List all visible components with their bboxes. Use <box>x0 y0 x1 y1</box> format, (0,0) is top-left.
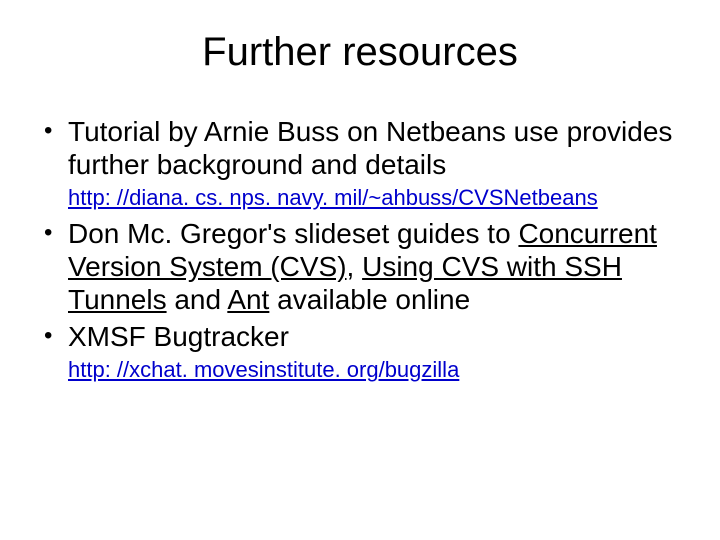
bullet-item-2: Don Mc. Gregor's slideset guides to Conc… <box>40 217 690 316</box>
bullet-2-sep1: , <box>347 251 363 282</box>
link-bugzilla[interactable]: http: //xchat. movesinstitute. org/bugzi… <box>68 357 459 382</box>
link-ant[interactable]: Ant <box>227 284 269 315</box>
slide: Further resources Tutorial by Arnie Buss… <box>0 0 720 540</box>
bullet-item-3: XMSF Bugtracker http: //xchat. movesinst… <box>40 320 690 383</box>
bullet-2-prefix: Don Mc. Gregor's slideset guides to <box>68 218 518 249</box>
link-cvsnetbeans[interactable]: http: //diana. cs. nps. navy. mil/~ahbus… <box>68 185 598 210</box>
bullet-2-suffix: available online <box>269 284 470 315</box>
slide-title: Further resources <box>30 30 690 75</box>
bullet-2-mid: and <box>167 284 228 315</box>
bullet-item-1: Tutorial by Arnie Buss on Netbeans use p… <box>40 115 690 211</box>
bullet-1-text: Tutorial by Arnie Buss on Netbeans use p… <box>68 116 672 180</box>
bullet-3-text: XMSF Bugtracker <box>68 321 289 352</box>
bullet-list: Tutorial by Arnie Buss on Netbeans use p… <box>40 115 690 383</box>
